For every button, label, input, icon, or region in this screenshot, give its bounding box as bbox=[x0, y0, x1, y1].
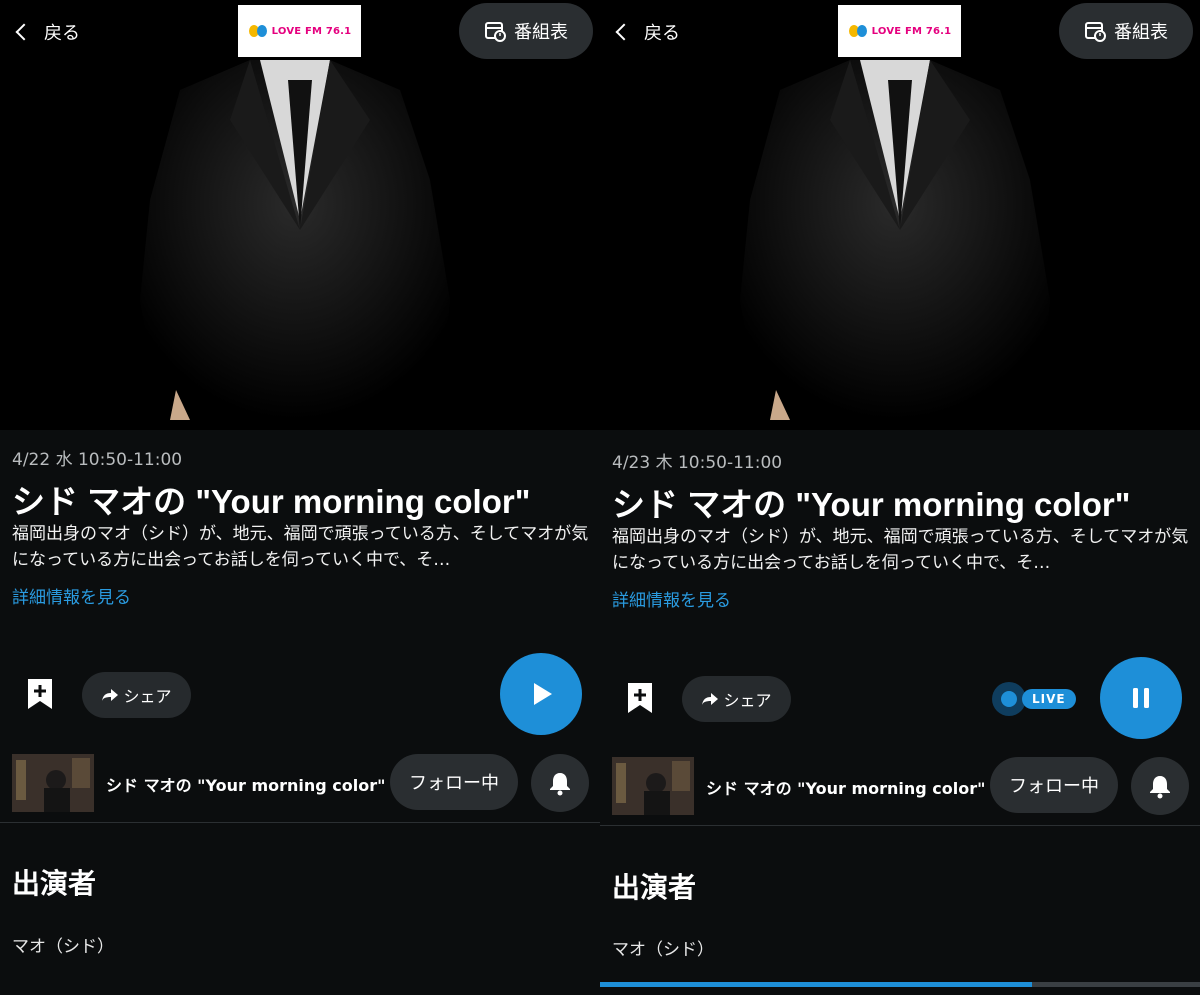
cast-section-title: 出演者 bbox=[612, 871, 697, 904]
pause-button[interactable] bbox=[1100, 657, 1182, 739]
action-bar: シェア bbox=[0, 651, 600, 735]
share-button[interactable]: シェア bbox=[82, 672, 191, 718]
program-row: シド マオの "Your morning color" フォロー中 bbox=[600, 757, 1200, 817]
program-panel-2: 戻る LOVE FM 76.1 番組表 4/23 木 10:50-11:00 シ… bbox=[600, 0, 1200, 995]
share-arrow-icon bbox=[702, 693, 719, 705]
action-bar: シェア LIVE bbox=[600, 655, 1200, 739]
cast-name[interactable]: マオ（シド） bbox=[612, 935, 714, 960]
top-bar: 戻る LOVE FM 76.1 番組表 bbox=[600, 0, 1200, 62]
broadcast-date: 4/22 水 10:50-11:00 bbox=[12, 450, 183, 470]
logo-text: LOVE FM 76.1 bbox=[271, 25, 352, 37]
program-panel-1: 戻る LOVE FM 76.1 番組表 4/22 水 10:50-11:00 シ… bbox=[0, 0, 600, 995]
bookmark-add-icon[interactable] bbox=[25, 677, 55, 711]
details-link[interactable]: 詳細情報を見る bbox=[12, 583, 592, 608]
share-arrow-icon bbox=[102, 689, 119, 701]
butterfly-icon bbox=[848, 25, 867, 37]
live-badge: LIVE bbox=[1022, 689, 1076, 709]
back-label: 戻る bbox=[644, 23, 680, 44]
live-indicator: LIVE bbox=[992, 679, 1084, 719]
share-button[interactable]: シェア bbox=[682, 676, 791, 722]
program-row: シド マオの "Your morning color" フォロー中 bbox=[0, 754, 600, 814]
chevron-left-icon bbox=[15, 23, 33, 41]
program-description: 福岡出身のマオ（シド）が、地元、福岡で頑張っている方、そしてマオが気になっている… bbox=[612, 527, 1189, 573]
notification-button[interactable] bbox=[1131, 757, 1189, 815]
share-label: シェア bbox=[123, 687, 172, 706]
station-logo: LOVE FM 76.1 bbox=[238, 5, 361, 57]
station-logo: LOVE FM 76.1 bbox=[838, 5, 961, 57]
program-title: シド マオの "Your morning color" bbox=[12, 483, 531, 520]
schedule-button[interactable]: 番組表 bbox=[459, 3, 593, 59]
follow-button[interactable]: フォロー中 bbox=[990, 757, 1118, 813]
butterfly-icon bbox=[248, 25, 267, 37]
program-name[interactable]: シド マオの "Your morning color" bbox=[106, 772, 385, 796]
program-info: 4/23 木 10:50-11:00 シド マオの "Your morning … bbox=[612, 448, 1192, 611]
cast-name[interactable]: マオ（シド） bbox=[12, 932, 114, 957]
program-title: シド マオの "Your morning color" bbox=[612, 486, 1131, 523]
schedule-icon bbox=[1085, 22, 1106, 42]
notification-button[interactable] bbox=[531, 754, 589, 812]
back-label: 戻る bbox=[44, 23, 80, 44]
program-info: 4/22 水 10:50-11:00 シド マオの "Your morning … bbox=[12, 445, 592, 608]
broadcast-date: 4/23 木 10:50-11:00 bbox=[612, 453, 783, 473]
bell-icon bbox=[1150, 776, 1170, 799]
program-thumbnail[interactable] bbox=[612, 757, 694, 815]
top-bar: 戻る LOVE FM 76.1 番組表 bbox=[0, 0, 600, 62]
back-button[interactable]: 戻る bbox=[610, 14, 680, 50]
live-dot-icon bbox=[992, 682, 1026, 716]
schedule-label: 番組表 bbox=[1114, 22, 1168, 43]
schedule-label: 番組表 bbox=[514, 22, 568, 43]
hero-image bbox=[600, 0, 1200, 430]
logo-text: LOVE FM 76.1 bbox=[871, 25, 952, 37]
divider bbox=[600, 825, 1200, 826]
play-icon bbox=[534, 683, 552, 705]
back-button[interactable]: 戻る bbox=[10, 14, 80, 50]
divider bbox=[0, 822, 600, 823]
schedule-icon bbox=[485, 22, 506, 42]
details-link[interactable]: 詳細情報を見る bbox=[612, 586, 1192, 611]
program-name[interactable]: シド マオの "Your morning color" bbox=[706, 775, 985, 799]
schedule-button[interactable]: 番組表 bbox=[1059, 3, 1193, 59]
bookmark-add-icon[interactable] bbox=[625, 681, 655, 715]
cast-section-title: 出演者 bbox=[12, 867, 97, 900]
chevron-left-icon bbox=[615, 23, 633, 41]
hero-image bbox=[0, 0, 600, 430]
program-description: 福岡出身のマオ（シド）が、地元、福岡で頑張っている方、そしてマオが気になっている… bbox=[12, 524, 589, 570]
follow-button[interactable]: フォロー中 bbox=[390, 754, 518, 810]
program-thumbnail[interactable] bbox=[12, 754, 94, 812]
play-button[interactable] bbox=[500, 653, 582, 735]
share-label: シェア bbox=[723, 691, 772, 710]
bell-icon bbox=[550, 773, 570, 796]
pause-icon bbox=[1133, 688, 1149, 708]
playback-progress[interactable] bbox=[600, 982, 1032, 987]
